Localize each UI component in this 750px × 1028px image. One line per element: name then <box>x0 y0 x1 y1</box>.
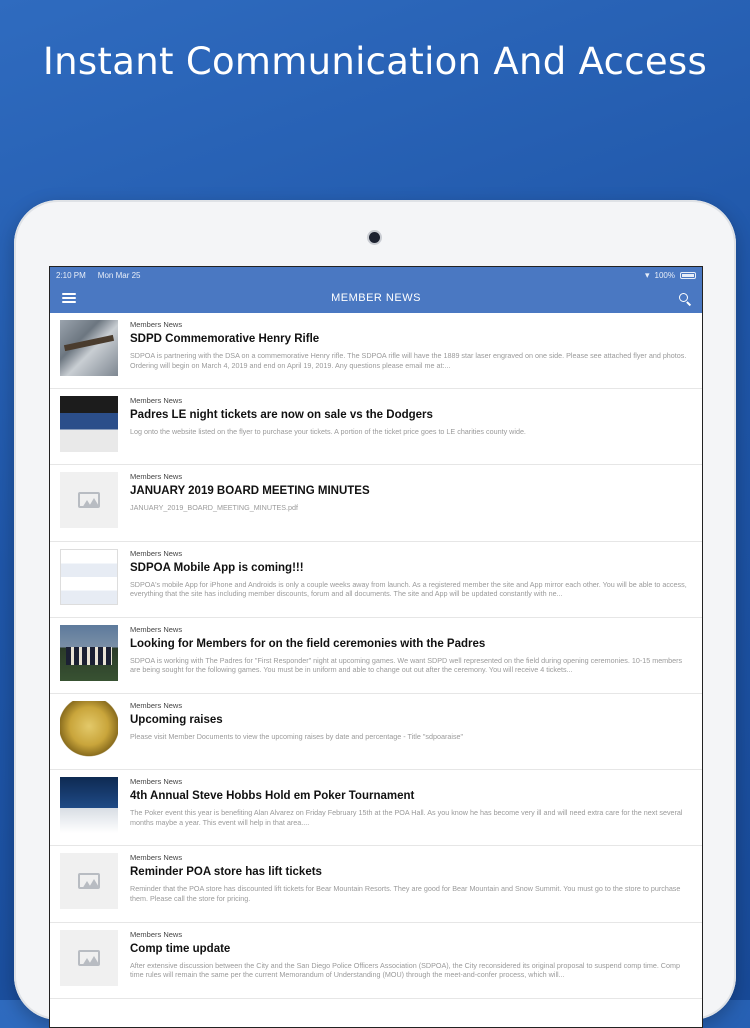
news-excerpt: JANUARY_2019_BOARD_MEETING_MINUTES.pdf <box>130 503 299 513</box>
news-title[interactable]: Upcoming raises <box>130 713 692 727</box>
news-thumbnail <box>60 548 118 605</box>
news-category: Members News <box>130 472 183 482</box>
news-thumbnail <box>60 320 118 376</box>
battery-percent: 100% <box>654 270 675 280</box>
news-category: Members News <box>130 624 183 634</box>
news-content: Members News Reminder POA store has lift … <box>130 852 692 921</box>
hamburger-icon[interactable] <box>62 293 76 303</box>
news-title[interactable]: Comp time update <box>130 942 692 956</box>
news-title[interactable]: JANUARY 2019 BOARD MEETING MINUTES <box>130 484 692 498</box>
news-content: Members News SDPD Commemorative Henry Rif… <box>130 319 692 388</box>
news-title[interactable]: SDPD Commemorative Henry Rifle <box>130 332 692 346</box>
news-excerpt: Please visit Member Documents to view th… <box>130 731 464 741</box>
news-list: Members News SDPD Commemorative Henry Rif… <box>50 313 702 999</box>
app-screen: 2:10 PM Mon Mar 25 ▾ 100% MEMBER NEWS Me… <box>49 266 703 1028</box>
status-time: 2:10 PM <box>56 270 86 280</box>
news-list-item[interactable]: Members News Comp time update After extens… <box>50 923 702 999</box>
news-category: Members News <box>130 700 183 710</box>
news-title[interactable]: 4th Annual Steve Hobbs Hold em Poker Tou… <box>130 789 692 803</box>
page-title: MEMBER NEWS <box>331 292 421 304</box>
battery-icon <box>680 271 696 279</box>
news-thumbnail-placeholder <box>60 929 118 986</box>
status-date: Mon Mar 25 <box>97 270 141 280</box>
news-category: Members News <box>130 853 183 863</box>
news-list-item[interactable]: Members News Padres LE night tickets are … <box>50 389 702 466</box>
news-content: Members News Padres LE night tickets are … <box>130 395 692 464</box>
news-content: Members News Looking for Members for on t… <box>130 624 692 693</box>
wifi-icon: ▾ <box>645 269 650 280</box>
news-content: Members News 4th Annual Steve Hobbs Hold … <box>130 776 692 845</box>
news-excerpt: SDPOA's mobile App for iPhone and Androi… <box>130 579 687 599</box>
news-list-item[interactable]: Members News SDPOA Mobile App is coming!!… <box>50 542 702 618</box>
news-category: Members News <box>130 396 183 406</box>
news-excerpt: SDPOA is working with The Padres for "Fi… <box>130 655 683 675</box>
news-excerpt: The Poker event this year is benefiting … <box>130 808 683 827</box>
news-list-item[interactable]: Members News Reminder POA store has lift … <box>50 846 702 923</box>
news-list-item[interactable]: Members News 4th Annual Steve Hobbs Hold … <box>50 770 702 847</box>
news-title[interactable]: Looking for Members for on the field cer… <box>130 637 692 651</box>
news-excerpt: After extensive discussion between the C… <box>130 960 680 980</box>
news-excerpt: SDPOA is partnering with the DSA on a co… <box>130 351 687 370</box>
news-content: Members News Comp time update After extens… <box>130 929 692 998</box>
news-category: Members News <box>130 929 183 939</box>
news-content: Members News Upcoming raises Please visit … <box>130 700 692 769</box>
news-title[interactable]: SDPOA Mobile App is coming!!! <box>130 561 692 575</box>
status-bar: 2:10 PM Mon Mar 25 ▾ 100% <box>50 267 702 283</box>
news-thumbnail-placeholder <box>60 472 118 529</box>
news-thumbnail <box>60 396 118 453</box>
news-content: Members News SDPOA Mobile App is coming!!… <box>130 548 692 617</box>
image-placeholder-icon <box>78 492 100 509</box>
news-title[interactable]: Padres LE night tickets are now on sale … <box>130 408 692 422</box>
news-list-item[interactable]: Members News JANUARY 2019 BOARD MEETING M… <box>50 465 702 542</box>
image-placeholder-icon <box>78 949 100 966</box>
camera-icon <box>369 232 380 243</box>
news-excerpt: Reminder that the POA store has discount… <box>130 884 681 903</box>
news-content: Members News JANUARY 2019 BOARD MEETING M… <box>130 471 692 540</box>
image-placeholder-icon <box>78 873 100 890</box>
news-category: Members News <box>130 548 183 558</box>
news-thumbnail-placeholder <box>60 853 118 910</box>
news-excerpt: Log onto the website listed on the flyer… <box>130 427 526 437</box>
news-thumbnail <box>60 624 118 681</box>
marketing-headline: Instant Communication And Access <box>42 40 708 83</box>
news-thumbnail <box>60 700 118 757</box>
nav-bar: MEMBER NEWS <box>50 283 702 313</box>
news-list-item[interactable]: Members News Looking for Members for on t… <box>50 618 702 694</box>
news-thumbnail <box>60 777 118 834</box>
news-list-item[interactable]: Members News SDPD Commemorative Henry Rif… <box>50 313 702 390</box>
tablet-device-frame: 2:10 PM Mon Mar 25 ▾ 100% MEMBER NEWS Me… <box>14 200 736 1028</box>
search-icon[interactable] <box>679 292 690 304</box>
news-list-item[interactable]: Members News Upcoming raises Please visit … <box>50 694 702 771</box>
news-category: Members News <box>130 777 183 787</box>
news-category: Members News <box>130 320 183 329</box>
news-title[interactable]: Reminder POA store has lift tickets <box>130 865 692 879</box>
